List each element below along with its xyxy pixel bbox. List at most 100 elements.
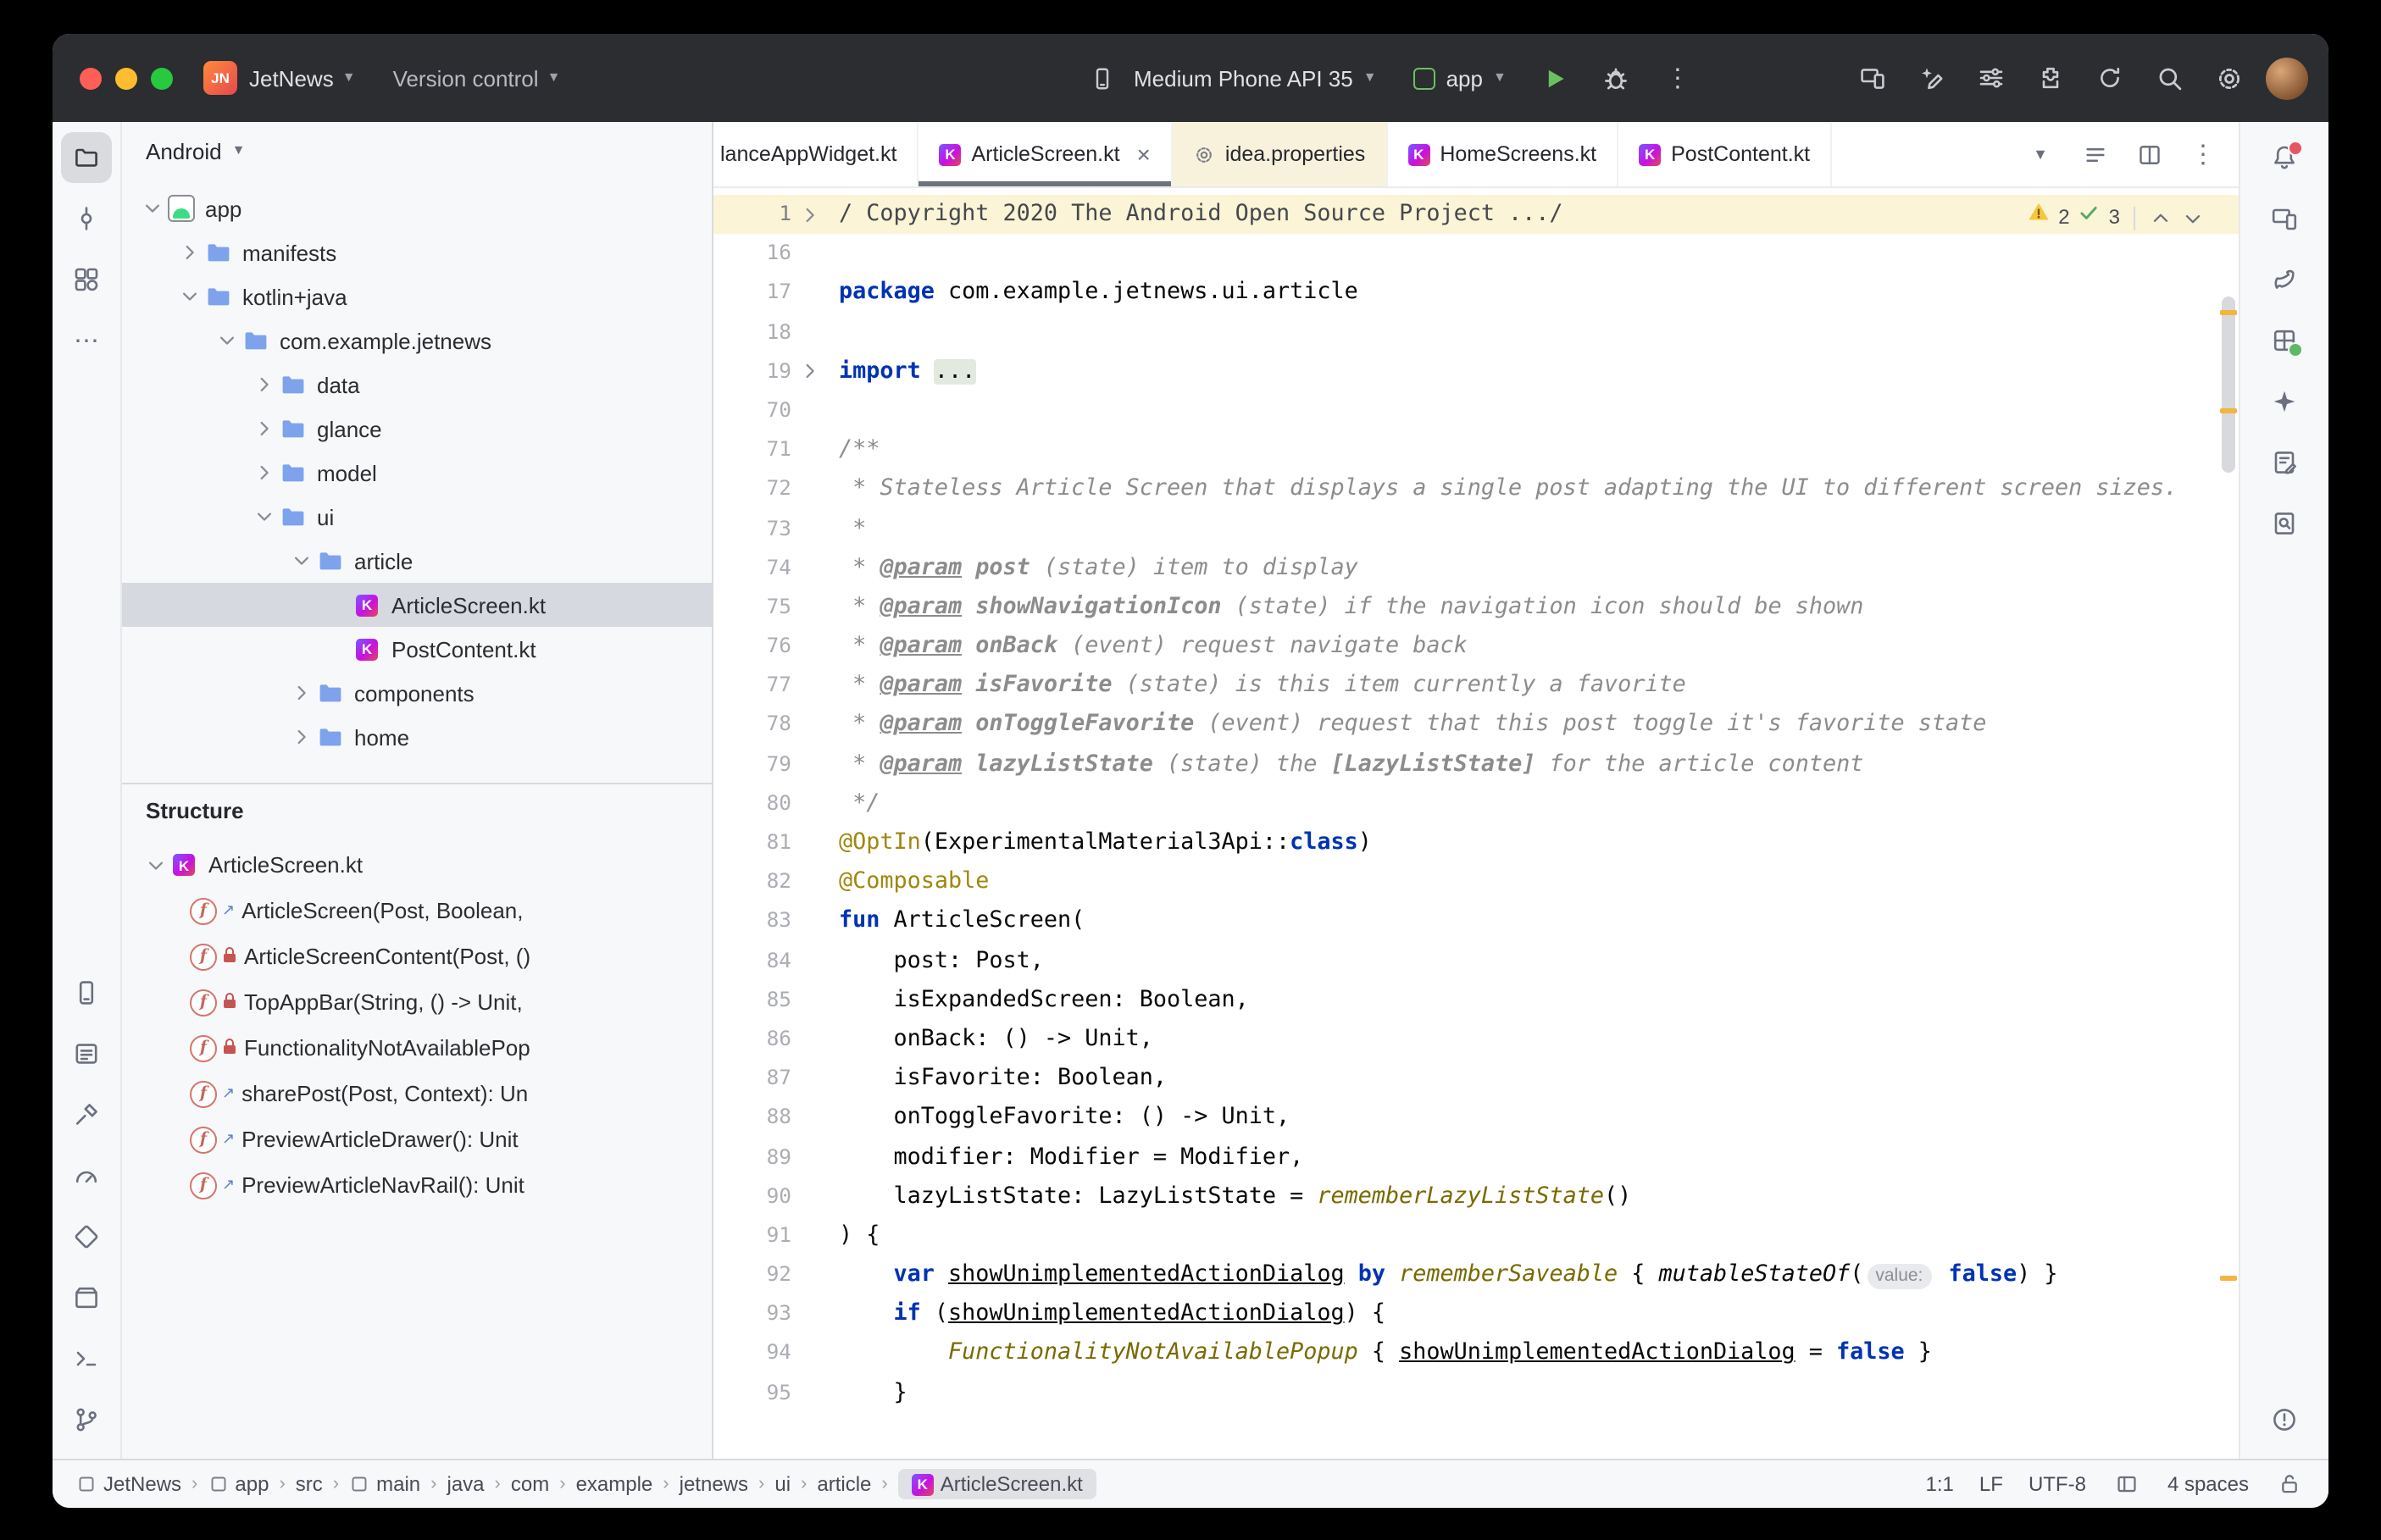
tree-chevron-icon[interactable] [288,683,314,703]
code-line-1[interactable]: 1/ Copyright 2020 The Android Open Sourc… [713,195,2239,235]
settings-icon[interactable] [2206,56,2251,100]
zoom-window-button[interactable] [151,67,173,89]
code-line-94[interactable]: 94 FunctionalityNotAvailablePopup { show… [713,1334,2239,1373]
project-tree-item-article[interactable]: article [122,539,712,583]
fold-chevron-icon[interactable] [791,352,829,391]
resource-manager-tool-button[interactable] [2259,315,2310,366]
device-selector[interactable]: Medium Phone API 35 ▼ [1069,49,1387,107]
code-line-73[interactable]: 73 * [713,509,2239,548]
code-line-90[interactable]: 90 lazyListState: LazyListState = rememb… [713,1177,2239,1216]
structure-item[interactable]: f ArticleScreenContent(Post, () [122,933,712,979]
readonly-toggle[interactable] [2274,1469,2305,1499]
fold-chevron-icon[interactable] [791,195,829,234]
code-line-84[interactable]: 84 post: Post, [713,941,2239,980]
structure-item[interactable]: f ↗ ArticleScreen(Post, Boolean, [122,888,712,933]
breadcrumb-article[interactable]: article [817,1472,871,1496]
find-usages-tool-button[interactable] [2259,498,2310,549]
compose-preview-tool-button[interactable] [2259,437,2310,488]
project-tree-item-home[interactable]: home [122,715,712,759]
project-tree-item-ArticleScreen.kt[interactable]: K ArticleScreen.kt [122,583,712,627]
line-separator[interactable]: LF [1979,1472,2003,1496]
breadcrumb-ui[interactable]: ui [774,1472,791,1496]
close-window-button[interactable] [80,67,102,89]
sync-icon[interactable] [2088,56,2132,100]
minimize-window-button[interactable] [115,67,137,89]
code-line-88[interactable]: 88 onToggleFavorite: () -> Unit, [713,1099,2239,1138]
code-line-17[interactable]: 17 package com.example.jetnews.ui.article [713,274,2239,313]
code-line-75[interactable]: 75 * @param showNavigationIcon (state) i… [713,588,2239,627]
profiler-tool-button[interactable] [61,1150,112,1201]
breadcrumb-JetNews[interactable]: JetNews [76,1472,181,1496]
more-options-button[interactable]: ⋮ [2184,136,2222,173]
commit-tool-button[interactable] [61,193,112,244]
code-line-95[interactable]: 95 } [713,1373,2239,1412]
code-line-16[interactable]: 16 [713,234,2239,273]
code-line-74[interactable]: 74 * @param post (state) item to display [713,548,2239,587]
tab-chevron-button[interactable]: ▼ [2022,136,2059,173]
warning-stripe-mark[interactable] [2220,1276,2237,1281]
code-line-76[interactable]: 76 * @param onBack (event) request navig… [713,627,2239,666]
tree-chevron-icon[interactable] [251,507,276,527]
version-control-tool-button[interactable] [61,1394,112,1445]
user-avatar[interactable] [2266,57,2308,99]
structure-item[interactable]: f FunctionalityNotAvailablePop [122,1025,712,1071]
code-line-18[interactable]: 18 [713,313,2239,352]
breadcrumb-ArticleScreen.kt[interactable]: K ArticleScreen.kt [897,1469,1096,1499]
warning-stripe-mark[interactable] [2220,310,2237,315]
breadcrumb-app[interactable]: app [208,1472,269,1496]
tree-chevron-icon[interactable] [139,198,164,219]
more-actions-button[interactable]: ⋮ [1656,56,1700,100]
run-configuration-selector[interactable]: app ▼ [1404,58,1517,97]
editor-tab-HomeScreens.kt[interactable]: K HomeScreens.kt [1387,122,1619,186]
plugins-icon[interactable] [2029,56,2073,100]
editor-tab-idea.properties[interactable]: idea.properties [1172,122,1388,186]
project-tree-item-data[interactable]: data [122,363,712,407]
code-line-81[interactable]: 81 @OptIn(ExperimentalMaterial3Api::class… [713,823,2239,862]
run-button[interactable] [1534,56,1578,100]
debug-button[interactable] [1595,56,1639,100]
code-line-78[interactable]: 78 * @param onToggleFavorite (event) req… [713,706,2239,745]
code-line-86[interactable]: 86 onBack: () -> Unit, [713,1020,2239,1059]
tree-chevron-icon[interactable] [288,551,314,571]
terminal-tool-button[interactable] [61,1333,112,1384]
code-line-92[interactable]: 92 var showUnimplementedActionDialog by … [713,1255,2239,1294]
code-line-85[interactable]: 85 isExpandedScreen: Boolean, [713,981,2239,1020]
editor-widget[interactable] [2112,1469,2142,1499]
code-line-71[interactable]: 71 /** [713,430,2239,469]
tree-chevron-icon[interactable] [214,330,239,351]
tree-chevron-icon[interactable] [288,727,314,747]
code-line-70[interactable]: 70 [713,391,2239,430]
running-devices-tool-button[interactable] [2259,193,2310,244]
notifications-tool-button[interactable] [2259,132,2310,183]
breadcrumb-main[interactable]: main [349,1472,420,1496]
project-tree-item-app[interactable]: app [122,186,712,230]
app-inspection-tool-button[interactable] [61,1211,112,1262]
code-editor[interactable]: 1/ Copyright 2020 The Android Open Sourc… [713,188,2239,1459]
split-editor-button[interactable] [2130,136,2167,173]
code-line-87[interactable]: 87 isFavorite: Boolean, [713,1059,2239,1098]
tree-chevron-icon[interactable] [251,418,276,439]
project-menu[interactable]: JetNews ▼ [249,65,356,91]
tab-list-button[interactable] [2076,136,2113,173]
editor-tab-PostContent.kt[interactable]: K PostContent.kt [1618,122,1833,186]
breadcrumb-com[interactable]: com [511,1472,549,1496]
breadcrumb-example[interactable]: example [576,1472,653,1496]
caret-position[interactable]: 1:1 [1926,1472,1954,1496]
editor-tab-ArticleScreen.kt[interactable]: K ArticleScreen.kt × [919,122,1173,186]
project-tree-item-components[interactable]: components [122,671,712,715]
gradle-tool-button[interactable] [2259,254,2310,305]
search-icon[interactable] [2147,56,2191,100]
code-line-93[interactable]: 93 if (showUnimplementedActionDialog) { [713,1295,2239,1334]
tree-chevron-icon[interactable] [142,855,168,875]
structure-item[interactable]: f ↗ PreviewArticleNavRail(): Unit [122,1162,712,1208]
warning-stripe-mark[interactable] [2220,408,2237,413]
breadcrumb-src[interactable]: src [296,1472,323,1496]
code-line-83[interactable]: 83 fun ArticleScreen( [713,902,2239,941]
breadcrumb-jetnews[interactable]: jetnews [680,1472,748,1496]
mirror-device-icon[interactable] [1851,56,1895,100]
project-view-selector[interactable]: Android ▼ [122,122,712,180]
project-tree-item-com.example.jetnews[interactable]: com.example.jetnews [122,319,712,363]
code-line-72[interactable]: 72 * Stateless Article Screen that displ… [713,470,2239,509]
vcs-menu[interactable]: Version control ▼ [393,65,561,91]
code-line-19[interactable]: 19 import ... [713,352,2239,391]
